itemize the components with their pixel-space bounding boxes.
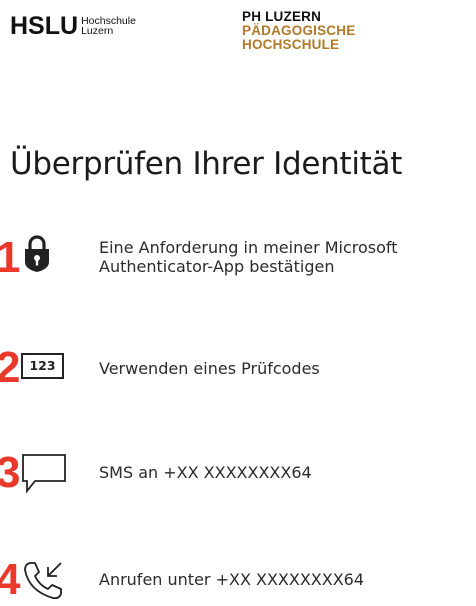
option-number-1: 1 (0, 233, 21, 282)
option-number-3: 3 (0, 448, 21, 497)
code-123-icon: 123 (21, 353, 64, 379)
hslu-logo-text: HSLU (10, 11, 79, 40)
option-sms[interactable]: 3 SMS an +XX XXXXXXXX64 (0, 445, 476, 505)
identity-verification-page: HSLU Hochschule Luzern PH LUZERN PÄDAGOG… (0, 0, 476, 606)
hslu-logo-subtext: Hochschule Luzern (81, 16, 136, 37)
option-phone-call-label: Anrufen unter +XX XXXXXXXX64 (99, 570, 365, 589)
option-authenticator-label-line1: Eine Anforderung in meiner Microsoft (99, 238, 398, 257)
chat-bubble-icon (22, 454, 66, 494)
option-verification-code[interactable]: 2 123 Verwenden eines Prüfcodes (0, 338, 476, 398)
option-number-4: 4 (0, 555, 21, 604)
ph-logo-line2: PÄDAGOGISCHE (242, 23, 356, 38)
lock-icon (25, 235, 49, 272)
option-sms-label: SMS an +XX XXXXXXXX64 (99, 463, 312, 482)
ph-luzern-logo: PH LUZERN PÄDAGOGISCHE HOCHSCHULE (242, 10, 355, 52)
hslu-logo: HSLU Hochschule Luzern (10, 8, 136, 44)
option-number-2: 2 (0, 343, 21, 392)
page-title: Überprüfen Ihrer Identität (10, 146, 403, 182)
phone-incoming-icon (24, 562, 62, 600)
ph-logo-line3: HOCHSCHULE (242, 37, 340, 52)
option-verification-code-label: Verwenden eines Prüfcodes (99, 359, 320, 378)
option-phone-call[interactable]: 4 Anrufen unter +XX XXXXXXXX64 (0, 552, 476, 606)
hslu-logo-line2: Luzern (81, 25, 114, 37)
option-authenticator-label-line2: Authenticator-App bestätigen (99, 257, 335, 276)
ph-logo-line1: PH LUZERN (242, 9, 322, 24)
option-authenticator-app[interactable]: 1 Eine Anforderung in meiner Microsoft A… (0, 228, 476, 288)
option-authenticator-label: Eine Anforderung in meiner Microsoft Aut… (99, 238, 398, 276)
